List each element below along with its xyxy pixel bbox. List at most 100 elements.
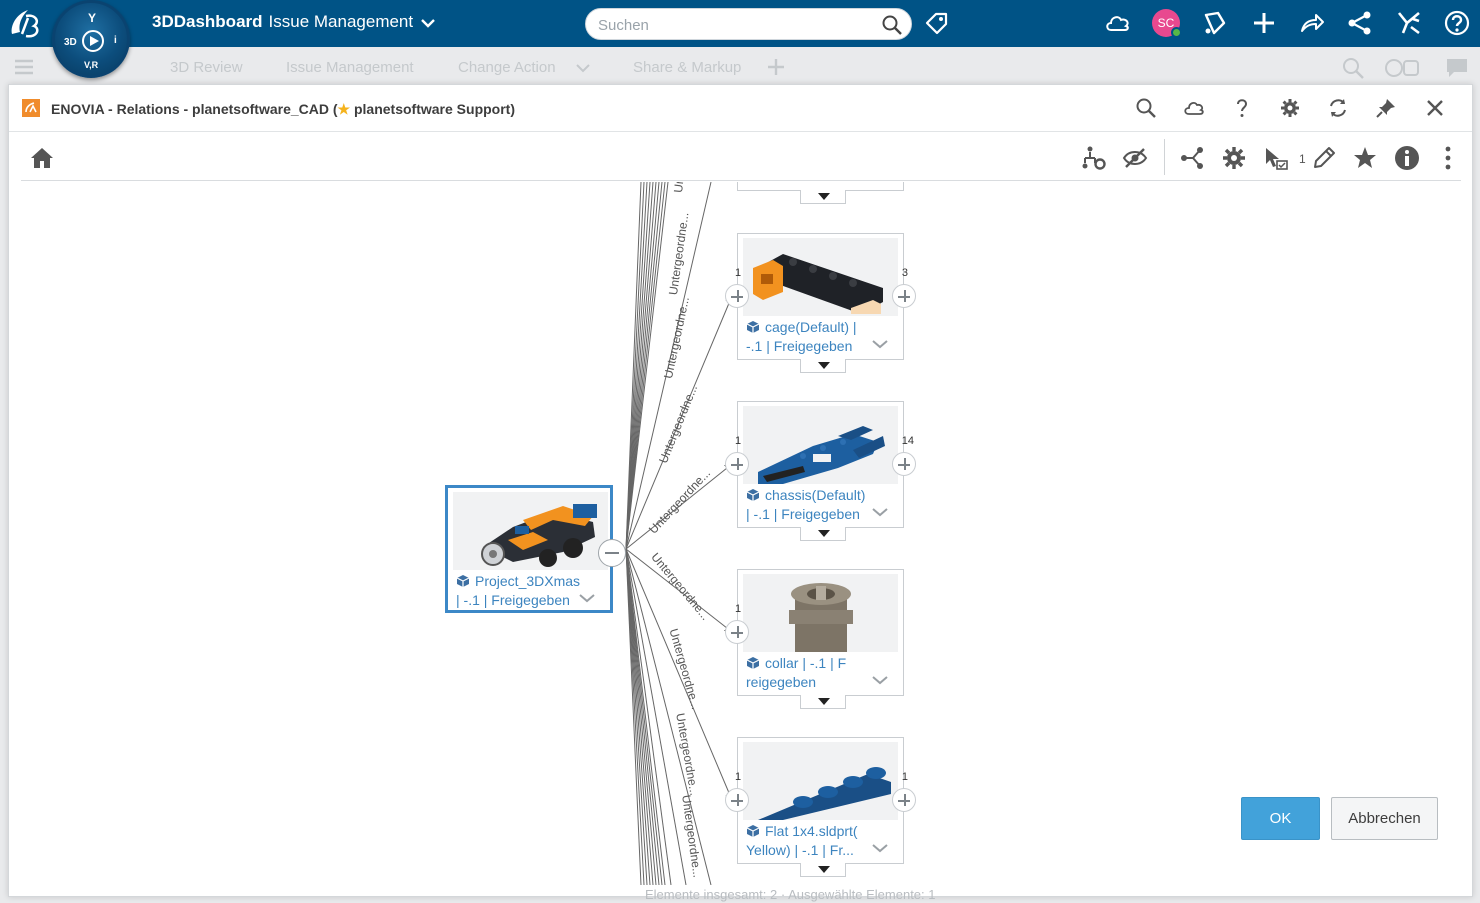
relations-dialog: ENOVIA - Relations - planetsoftware_CAD …	[8, 84, 1473, 897]
expand-parents-button[interactable]	[725, 788, 749, 812]
node-title[interactable]: chassis(Default)	[765, 487, 865, 503]
3ds-logo-icon[interactable]	[6, 4, 46, 42]
node-expand-down-icon[interactable]	[800, 863, 846, 877]
expand-parents-button[interactable]	[725, 620, 749, 644]
child-count: 3	[901, 267, 908, 279]
graph-node-root[interactable]: Project_3DXmas | -.1 | Freigegeben	[445, 485, 626, 613]
tag-icon[interactable]	[924, 11, 950, 37]
ok-button[interactable]: OK	[1241, 797, 1320, 840]
help-icon[interactable]	[1443, 9, 1471, 37]
user-avatar[interactable]: SC	[1152, 9, 1182, 38]
node-thumbnail	[453, 492, 608, 570]
structure-settings-icon[interactable]	[1081, 145, 1107, 171]
status-footer: Elemente insgesamt: 2 · Ausgewählte Elem…	[645, 887, 936, 902]
visibility-icon[interactable]	[1384, 57, 1420, 79]
node-label: collar | -.1 | F reigegeben	[746, 654, 886, 692]
node-title[interactable]: Flat 1x4.sldprt(	[765, 823, 858, 839]
select-cursor-icon[interactable]	[1263, 145, 1289, 171]
expand-children-button[interactable]	[892, 788, 916, 812]
chat-icon[interactable]	[1445, 57, 1469, 79]
node-thumbnail	[743, 238, 898, 316]
chevron-down-icon[interactable]	[871, 506, 889, 518]
chevron-down-icon[interactable]	[871, 842, 889, 854]
menu-icon[interactable]	[14, 59, 34, 75]
relations-graph-canvas[interactable]: Unter Untergeordne... Untergeordne... Un…	[21, 182, 1461, 885]
chevron-down-icon[interactable]	[420, 16, 436, 30]
gear-icon[interactable]	[1221, 145, 1247, 171]
cloud-icon[interactable]	[1104, 9, 1132, 37]
add-tab-icon[interactable]	[766, 57, 786, 77]
node-meta: | -.1 | Freigegeben	[456, 592, 570, 608]
node-thumbnail	[743, 406, 898, 484]
parent-count: 1	[735, 435, 742, 447]
home-icon[interactable]	[29, 145, 55, 171]
top-bar: 3DDashboard Issue Management SC	[0, 0, 1480, 47]
collapse-children-button[interactable]	[598, 539, 626, 567]
node-title[interactable]: cage(Default) |	[765, 319, 857, 335]
tab-share-markup[interactable]: Share & Markup	[633, 59, 741, 76]
node-meta: | -.1 | Freigegeben	[746, 506, 860, 522]
chevron-down-icon[interactable]	[578, 592, 596, 604]
node-expand-down-icon[interactable]	[800, 527, 846, 541]
pin-icon[interactable]	[1375, 97, 1397, 119]
node-title[interactable]: Project_3DXmas	[475, 573, 580, 589]
compass-apps-icon[interactable]	[1395, 9, 1423, 37]
expand-children-button[interactable]	[892, 452, 916, 476]
search-input[interactable]	[598, 15, 878, 35]
node-title[interactable]: collar | -.1 | F	[765, 655, 846, 671]
search-box	[585, 8, 912, 40]
help-icon[interactable]	[1231, 97, 1253, 119]
expand-parents-button[interactable]	[725, 452, 749, 476]
search-icon[interactable]	[881, 14, 903, 36]
node-expand-down-icon[interactable]	[800, 359, 846, 373]
part-icon	[746, 489, 760, 501]
parent-count: 1	[735, 267, 742, 279]
node-expand-down-icon[interactable]	[800, 190, 846, 204]
chevron-down-icon[interactable]	[871, 338, 889, 350]
graph-node[interactable]	[737, 182, 904, 204]
add-icon[interactable]	[1250, 9, 1278, 37]
expand-parents-button[interactable]	[725, 284, 749, 308]
graph-node[interactable]: collar | -.1 | F reigegeben 1	[725, 569, 904, 709]
node-label: Flat 1x4.sldprt( Yellow) | -.1 | Fr...	[746, 822, 886, 860]
search-people-icon[interactable]	[1340, 55, 1366, 81]
refresh-icon[interactable]	[1327, 97, 1349, 119]
selection-count: 1	[1299, 152, 1306, 166]
gear-icon[interactable]	[1279, 97, 1301, 119]
edit-pencil-icon[interactable]	[1311, 145, 1337, 171]
favorite-star-icon[interactable]	[1352, 145, 1378, 171]
part-icon	[456, 575, 470, 587]
node-expand-down-icon[interactable]	[800, 695, 846, 709]
notification-icon[interactable]	[1200, 9, 1228, 37]
dialog-title: ENOVIA - Relations - planetsoftware_CAD …	[51, 101, 515, 118]
close-icon[interactable]	[1424, 97, 1446, 119]
share-arrow-icon[interactable]	[1298, 9, 1326, 37]
node-meta: Yellow) | -.1 | Fr...	[746, 842, 854, 858]
cloud-icon[interactable]	[1183, 97, 1205, 119]
tab-3d-review[interactable]: 3D Review	[170, 59, 243, 76]
child-count: 1	[901, 771, 908, 783]
info-icon[interactable]	[1394, 145, 1420, 171]
dialog-title-suffix: planetsoftware Support)	[353, 101, 515, 117]
tab-change-action[interactable]: Change Action	[458, 59, 556, 76]
cancel-button[interactable]: Abbrechen	[1331, 797, 1438, 840]
more-options-icon[interactable]	[1435, 145, 1461, 171]
3dexperience-compass[interactable]: Y 3D i V,R	[52, 0, 130, 78]
star-icon: ★	[337, 101, 351, 117]
chevron-down-icon[interactable]	[575, 62, 591, 74]
search-icon[interactable]	[1135, 97, 1157, 119]
network-share-icon[interactable]	[1346, 9, 1374, 37]
dashboard-brand[interactable]: 3DDashboard Issue Management	[152, 12, 413, 32]
cage-part-image	[743, 238, 898, 316]
chassis-part-image	[743, 406, 898, 484]
parent-count: 1	[735, 771, 742, 783]
compass-play-icon[interactable]	[82, 30, 104, 52]
hide-icon[interactable]	[1122, 145, 1148, 171]
graph-layout-icon[interactable]	[1179, 145, 1205, 171]
graph-node[interactable]: Flat 1x4.sldprt(Yellow) | -.1 | Fr... 1 …	[725, 737, 916, 877]
expand-children-button[interactable]	[892, 284, 916, 308]
graph-node[interactable]: chassis(Default) | -.1 | Freigegeben 1 14	[725, 401, 916, 541]
tab-issue-management[interactable]: Issue Management	[286, 59, 414, 76]
graph-node[interactable]: cage(Default) | -.1 | Freigegeben 1 3	[725, 233, 916, 373]
chevron-down-icon[interactable]	[871, 674, 889, 686]
